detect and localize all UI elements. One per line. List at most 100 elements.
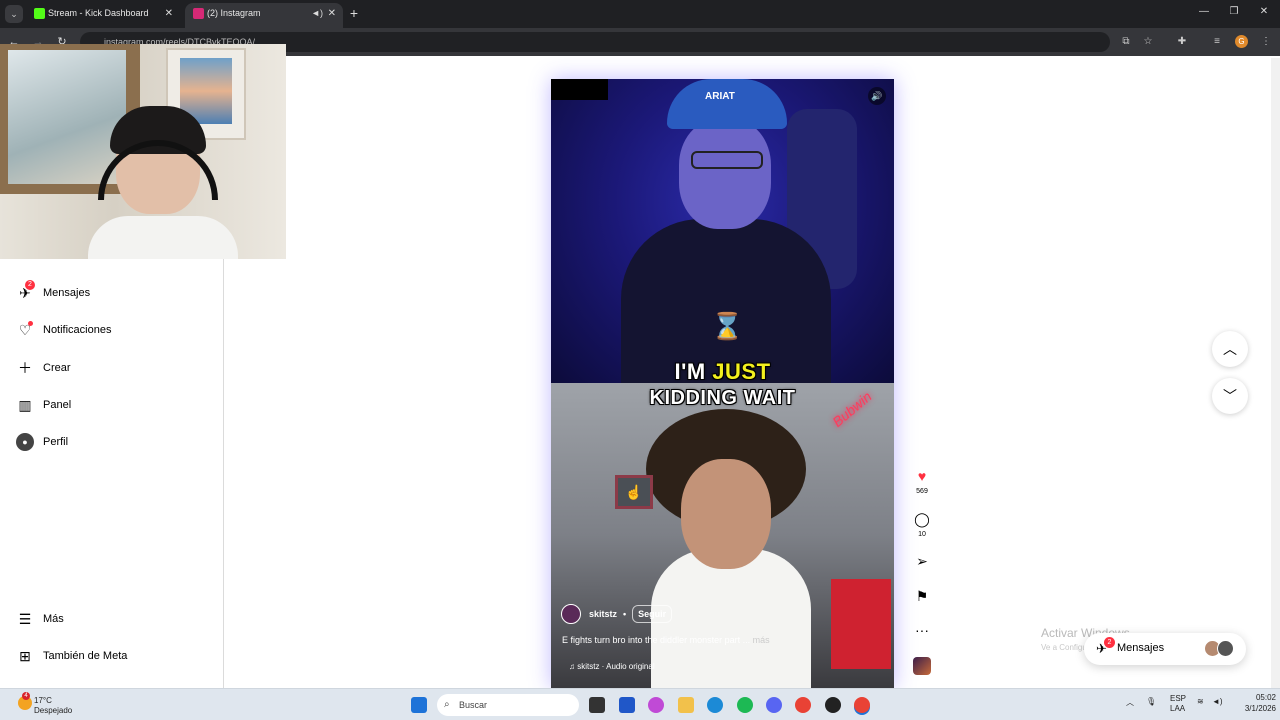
- streamer: [88, 106, 238, 259]
- author-avatar[interactable]: [561, 604, 581, 624]
- cap: ARIAT: [667, 79, 787, 129]
- messenger-icon: ✈ 2: [16, 280, 35, 302]
- author-name[interactable]: skitstz: [589, 609, 617, 619]
- more-options-icon[interactable]: ···: [912, 621, 932, 639]
- sidebar-item-label: Panel: [43, 399, 72, 411]
- windows-taskbar: 4 17°C Despejado ⌕ Buscar ︿ 🎙 ESP LAA ≋ ◄…: [0, 688, 1280, 720]
- caption-line-2: KIDDING WAIT: [649, 387, 796, 409]
- sidebar-item-mensajes[interactable]: ✈ 2 Mensajes: [16, 280, 91, 303]
- instagram-icon: [193, 8, 204, 19]
- more-menu-icon[interactable]: ⋮: [1259, 35, 1273, 49]
- sidebar-item-perfil[interactable]: ● Perfil: [16, 432, 68, 452]
- sidebar-item-label: Más: [43, 613, 64, 625]
- sidebar-item-label: Perfil: [43, 436, 69, 448]
- extensions-icon[interactable]: ✚: [1175, 35, 1189, 49]
- spotify-icon[interactable]: [737, 697, 753, 713]
- sidebar-item-crear[interactable]: ＋ Crear: [16, 358, 71, 378]
- tab-title: (2) Instagram: [207, 8, 261, 18]
- speaker-icon[interactable]: ◄): [311, 3, 323, 24]
- restore-icon[interactable]: ❐: [1224, 6, 1244, 17]
- tab-title: Stream - Kick Dashboard: [48, 8, 149, 18]
- save-bookmark-icon[interactable]: ⚑: [912, 587, 932, 605]
- weather-widget[interactable]: 4 17°C Despejado: [18, 692, 98, 718]
- temperature: 17°C: [34, 696, 52, 705]
- language-indicator[interactable]: ESP LAA: [1170, 694, 1186, 714]
- person-face: [679, 119, 771, 229]
- sidebar-item-label: Notificaciones: [43, 324, 112, 336]
- next-reel-button[interactable]: ﹀: [1212, 378, 1248, 414]
- screen: ⌄ Stream - Kick Dashboard ✕ (2) Instagra…: [0, 0, 1280, 720]
- heart-icon: ♡: [18, 321, 33, 338]
- install-app-icon[interactable]: ⧉: [1119, 35, 1133, 49]
- media-control-icon[interactable]: ≡: [1210, 35, 1224, 49]
- profile-avatar[interactable]: G: [1235, 35, 1248, 48]
- person2-face: [681, 459, 771, 569]
- tray-chevron-icon[interactable]: ︿: [1126, 697, 1134, 708]
- search-icon: ⌕: [444, 699, 450, 710]
- close-tab-icon[interactable]: ✕: [165, 3, 173, 24]
- messages-label: Mensajes: [1117, 642, 1165, 654]
- sidebar-item-notificaciones[interactable]: ♡ Notificaciones: [16, 320, 111, 340]
- comment-icon[interactable]: ◯: [912, 510, 932, 528]
- like-count: 569: [916, 488, 928, 495]
- reel-description: E fights turn bro into the diddler monst…: [562, 635, 770, 645]
- copilot-icon[interactable]: [648, 697, 664, 713]
- microphone-icon[interactable]: 🎙: [1146, 697, 1156, 706]
- previous-reel-button[interactable]: ︿: [1212, 331, 1248, 367]
- discord-icon[interactable]: [766, 697, 782, 713]
- sidebar-item-label: Crear: [43, 362, 71, 374]
- sidebar-item-mas[interactable]: ☰ Más: [16, 609, 64, 629]
- audio-label[interactable]: ♫ skitstz · Audio original: [569, 662, 655, 671]
- task-view-icon[interactable]: [589, 697, 605, 713]
- chrome-active-icon[interactable]: [854, 697, 870, 713]
- glasses: [691, 151, 763, 169]
- browser-tab-strip: ⌄ Stream - Kick Dashboard ✕ (2) Instagra…: [0, 0, 1280, 28]
- tab-instagram[interactable]: (2) Instagram ◄) ✕: [185, 3, 343, 28]
- person2-tanktop: [651, 549, 811, 688]
- notification-badge: 2: [25, 280, 35, 290]
- close-window-icon[interactable]: ✕: [1254, 6, 1274, 17]
- like-heart-icon[interactable]: ♥: [912, 467, 932, 485]
- wifi-icon[interactable]: ≋: [1197, 697, 1204, 706]
- red-bag: [831, 579, 891, 669]
- chart-icon: ▥: [18, 397, 32, 413]
- new-tab-button[interactable]: +: [346, 4, 362, 22]
- windows-start-icon[interactable]: [411, 697, 427, 713]
- unread-dot: [28, 321, 33, 326]
- reel-video[interactable]: ARIAT ⌛ ☝ Bubwin 🔊 I'M JUST KIDDING WAIT…: [551, 79, 894, 688]
- weather-badge: 4: [22, 692, 30, 700]
- webcam-overlay: [0, 44, 286, 259]
- caption-line-1: I'M JUST: [674, 359, 771, 384]
- messages-badge: 2: [1104, 637, 1115, 648]
- weather-condition: Despejado: [34, 706, 73, 715]
- taskbar-search[interactable]: ⌕ Buscar: [437, 694, 579, 716]
- minimize-icon[interactable]: —: [1194, 6, 1214, 17]
- follow-button[interactable]: Seguir: [632, 605, 673, 623]
- bookmark-star-icon[interactable]: ☆: [1141, 35, 1155, 49]
- edge-icon[interactable]: [707, 697, 723, 713]
- obs-icon[interactable]: [825, 697, 841, 713]
- profile-avatar: ●: [16, 433, 34, 451]
- sidebar-item-label: Mensajes: [43, 287, 91, 299]
- kick-icon: [34, 8, 45, 19]
- tab-search-button[interactable]: ⌄: [5, 5, 23, 23]
- volume-icon[interactable]: 🔊: [868, 87, 886, 105]
- scrollbar[interactable]: [1271, 58, 1280, 688]
- tab-kick-dashboard[interactable]: Stream - Kick Dashboard ✕: [26, 3, 180, 28]
- black-box: [551, 79, 608, 100]
- audio-thumbnail[interactable]: [913, 657, 931, 675]
- sidebar-item-tambien-de-meta[interactable]: ⊞ También de Meta: [16, 646, 127, 666]
- store-icon[interactable]: [619, 697, 635, 713]
- share-icon[interactable]: ➢: [912, 552, 932, 570]
- sidebar-item-panel[interactable]: ▥ Panel: [16, 395, 71, 415]
- video-top-half: ARIAT ⌛: [551, 79, 894, 389]
- sidebar-item-label: También de Meta: [43, 650, 128, 662]
- messages-pill[interactable]: ✈ 2 Mensajes: [1084, 633, 1246, 665]
- volume-tray-icon[interactable]: ◄): [1212, 697, 1223, 706]
- file-explorer-icon[interactable]: [678, 697, 694, 713]
- close-tab-icon[interactable]: ✕: [328, 3, 336, 24]
- more-link[interactable]: más: [753, 635, 770, 645]
- chrome-icon[interactable]: [795, 697, 811, 713]
- plus-icon: ＋: [18, 360, 32, 376]
- clock[interactable]: 05:02 3/1/2026: [1226, 692, 1276, 714]
